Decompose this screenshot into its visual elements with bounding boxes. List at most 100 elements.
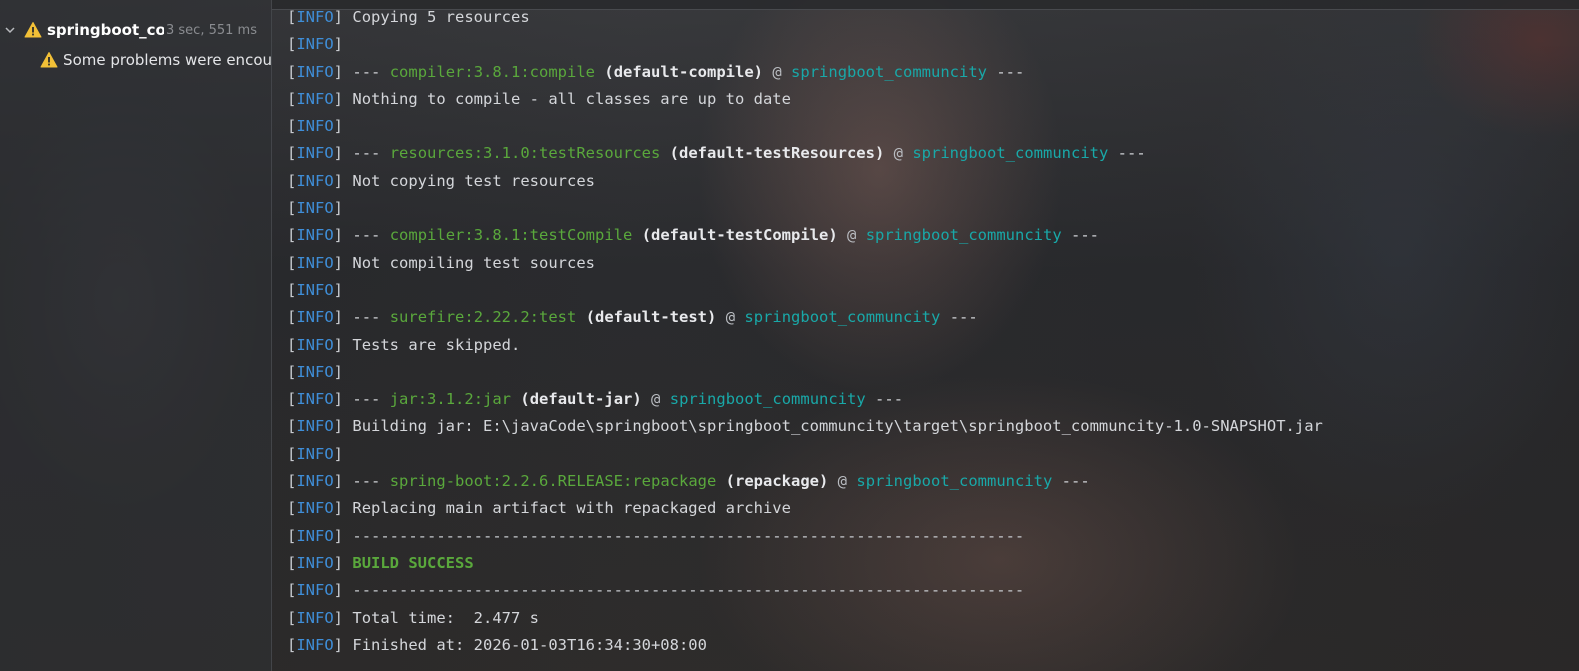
bracket-open: [ — [287, 8, 297, 26]
bracket-open: [ — [287, 117, 297, 136]
log-level-tag: INFO — [296, 526, 334, 545]
log-message: Finished at: 2026-01-03T16:34:30+08:00 — [352, 635, 707, 654]
console-line: [INFO] Building jar: E:\javaCode\springb… — [287, 413, 1579, 440]
bracket-open: [ — [287, 635, 297, 654]
console-line: [INFO] — [287, 277, 1579, 304]
console-line: [INFO] BUILD SUCCESS — [287, 550, 1579, 577]
log-level-tag: INFO — [296, 89, 334, 108]
run-tree-root-item[interactable]: springboot_con 3 sec, 551 ms — [0, 17, 272, 43]
log-level-tag: INFO — [296, 472, 334, 491]
artifact-id: springboot_communcity — [791, 62, 987, 81]
bracket-close: ] — [333, 117, 344, 136]
console-line: [INFO] Not copying test resources — [287, 168, 1579, 195]
log-level-tag: INFO — [296, 308, 334, 327]
log-level-tag: INFO — [296, 335, 334, 354]
bracket-open: [ — [287, 226, 297, 245]
console-line: [INFO] --- surefire:2.22.2:test (default… — [287, 304, 1579, 331]
bracket-close: ] — [333, 608, 344, 627]
artifact-id: springboot_communcity — [912, 144, 1109, 163]
bracket-open: [ — [287, 608, 297, 627]
log-level-tag: INFO — [296, 117, 334, 136]
run-tree-child-item[interactable]: Some problems were encou — [0, 47, 272, 73]
warning-icon — [24, 21, 42, 39]
at-sign: @ — [893, 144, 903, 163]
goal-suffix: --- — [1061, 472, 1090, 491]
bracket-open: [ — [287, 499, 297, 518]
log-level-tag: INFO — [296, 171, 334, 190]
artifact-id: springboot_communcity — [744, 308, 941, 327]
plugin-goal: resources:3.1.0:testResources — [389, 144, 661, 163]
log-message: Not compiling test sources — [352, 253, 595, 272]
console-output[interactable]: [INFO] Copying 5 resources [INFO] [INFO] -… — [287, 4, 1579, 671]
plugin-goal: jar:3.1.2:jar — [389, 390, 512, 409]
bracket-close: ] — [333, 171, 344, 190]
log-message: Nothing to compile - all classes are up … — [352, 89, 791, 108]
bracket-open: [ — [287, 35, 297, 54]
execution-id: (default-compile) — [604, 62, 763, 81]
bracket-close: ] — [333, 499, 344, 518]
bracket-open: [ — [287, 417, 297, 436]
execution-id: (default-jar) — [520, 390, 642, 409]
bracket-close: ] — [333, 89, 344, 108]
bracket-close: ] — [333, 226, 344, 245]
log-level-tag: INFO — [296, 499, 334, 518]
bracket-close: ] — [333, 362, 344, 381]
plugin-goal: compiler:3.8.1:compile — [389, 62, 596, 81]
console-line: [INFO] --- compiler:3.8.1:testCompile (d… — [287, 222, 1579, 249]
bracket-close: ] — [333, 62, 344, 81]
bracket-close: ] — [333, 144, 344, 163]
run-tree-child-label: Some problems were encou — [63, 51, 272, 69]
console-line: [INFO] — [287, 113, 1579, 140]
console-line: [INFO] ---------------------------------… — [287, 577, 1579, 604]
log-message: Not copying test resources — [352, 171, 595, 190]
log-level-tag: INFO — [296, 444, 334, 463]
console-line: [INFO] — [287, 441, 1579, 468]
goal-suffix: --- — [949, 308, 978, 327]
console-line: [INFO] --- compiler:3.8.1:compile (defau… — [287, 59, 1579, 86]
bracket-open: [ — [287, 553, 297, 572]
at-sign: @ — [772, 62, 782, 81]
console-line: [INFO] Replacing main artifact with repa… — [287, 495, 1579, 522]
bracket-open: [ — [287, 472, 297, 491]
log-level-tag: INFO — [296, 35, 334, 54]
console-line: [INFO] Nothing to compile - all classes … — [287, 86, 1579, 113]
chevron-down-icon[interactable] — [2, 22, 18, 38]
console-line: [INFO] Copying 5 resources — [287, 4, 1579, 31]
log-level-tag: INFO — [296, 144, 334, 163]
bracket-open: [ — [287, 362, 297, 381]
console-line: [INFO] --- resources:3.1.0:testResources… — [287, 140, 1579, 167]
at-sign: @ — [847, 226, 857, 245]
bracket-open: [ — [287, 144, 297, 163]
bracket-open: [ — [287, 526, 297, 545]
console-line: [INFO] Finished at: 2026-01-03T16:34:30+… — [287, 632, 1579, 659]
log-message: Tests are skipped. — [352, 335, 521, 354]
build-success-label: BUILD SUCCESS — [352, 553, 474, 572]
log-level-tag: INFO — [296, 417, 334, 436]
goal-suffix: --- — [996, 62, 1025, 81]
console-line: [INFO] --- spring-boot:2.2.6.RELEASE:rep… — [287, 468, 1579, 495]
bracket-close: ] — [333, 335, 344, 354]
bracket-open: [ — [287, 253, 297, 272]
plugin-goal: compiler:3.8.1:testCompile — [389, 226, 633, 245]
artifact-id: springboot_communcity — [865, 226, 1062, 245]
bracket-open: [ — [287, 199, 297, 218]
run-tree-root-duration: 3 sec, 551 ms — [166, 22, 257, 38]
log-level-tag: INFO — [296, 199, 334, 218]
at-sign: @ — [725, 308, 736, 327]
log-level-tag: INFO — [296, 581, 334, 600]
plugin-goal: spring-boot:2.2.6.RELEASE:repackage — [389, 472, 717, 491]
log-message: Building jar: E:\javaCode\springboot\spr… — [352, 417, 1323, 436]
bracket-close: ] — [333, 8, 344, 26]
run-tree-panel: springboot_con 3 sec, 551 ms Some proble… — [0, 0, 272, 671]
log-level-tag: INFO — [296, 553, 334, 572]
execution-id: (default-testResources) — [669, 144, 885, 163]
bracket-open: [ — [287, 89, 297, 108]
console-line: [INFO] — [287, 31, 1579, 58]
artifact-id: springboot_communcity — [669, 390, 866, 409]
bracket-open: [ — [287, 581, 297, 600]
bracket-close: ] — [333, 199, 344, 218]
at-sign: @ — [837, 472, 848, 491]
console-line: [INFO] Not compiling test sources — [287, 250, 1579, 277]
bracket-close: ] — [333, 308, 344, 327]
separator-line: ----------------------------------------… — [352, 526, 1025, 545]
